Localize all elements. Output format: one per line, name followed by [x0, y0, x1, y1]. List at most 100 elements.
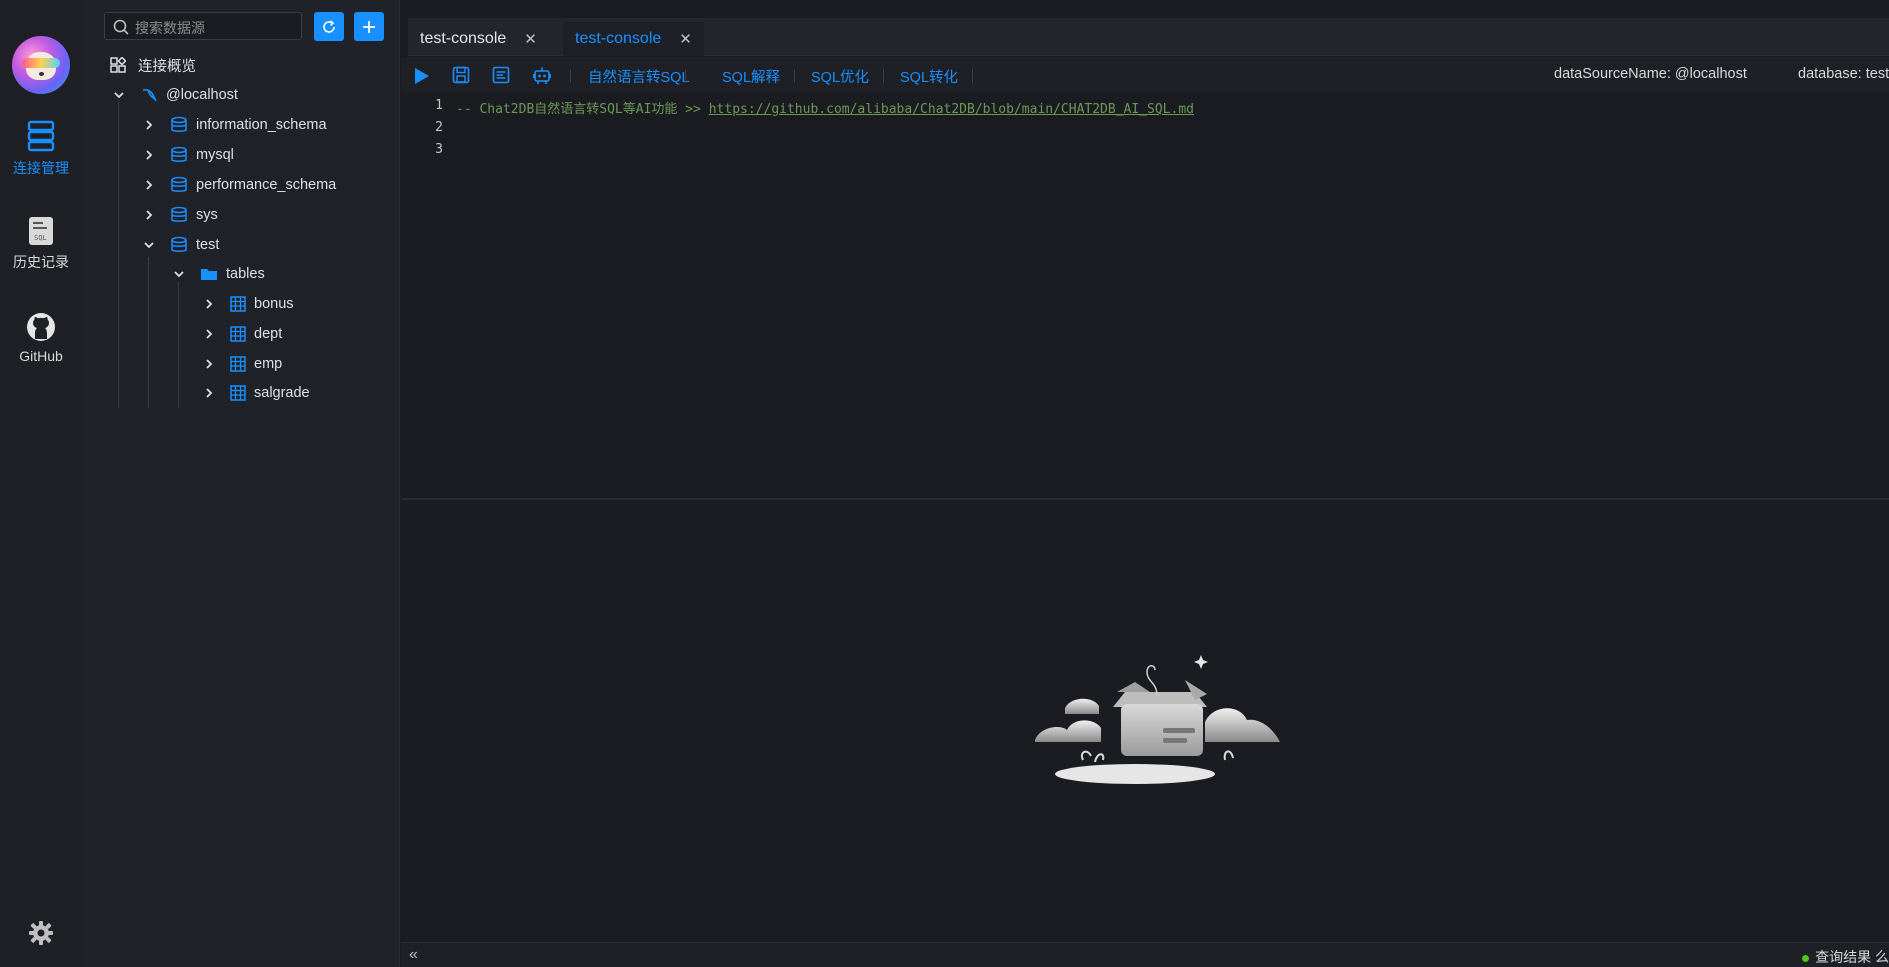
rail-item-github[interactable]: GitHub: [0, 312, 82, 364]
tree-node-folder[interactable]: tables: [172, 262, 265, 286]
mysql-dolphin-icon: [140, 86, 158, 104]
plus-icon: [363, 20, 375, 33]
search-input[interactable]: 搜索数据源: [104, 12, 302, 40]
rail-item-connections[interactable]: 连接管理: [0, 120, 82, 178]
add-datasource-button[interactable]: [354, 12, 384, 41]
database-name-label: database: test: [1798, 66, 1889, 82]
nl-to-sql-button[interactable]: 自然语言转SQL: [588, 66, 690, 87]
status-dot: [1802, 954, 1810, 962]
main-area: test-console ✕ test-console ✕ 自然语言转SQL S…: [401, 0, 1889, 967]
datasource-tree-panel: 搜索数据源 连接概览 @localhost information_schema…: [82, 0, 400, 967]
close-icon[interactable]: ✕: [524, 30, 537, 48]
table-label: bonus: [254, 296, 294, 312]
code-link[interactable]: https://github.com/alibaba/Chat2DB/blob/…: [709, 102, 1194, 117]
table-icon: [230, 326, 246, 342]
tree-node-database[interactable]: performance_schema: [142, 173, 336, 197]
chevron-right-icon[interactable]: [202, 328, 216, 340]
grid-dashboard-icon: [110, 57, 126, 73]
chevron-right-icon[interactable]: [202, 298, 216, 310]
sql-optimize-button[interactable]: SQL优化: [811, 66, 869, 87]
tree-node-database[interactable]: information_schema: [142, 113, 327, 137]
avatar[interactable]: [12, 36, 70, 94]
status-bar: « 查询结果 么: [401, 942, 1889, 967]
table-label: salgrade: [254, 385, 310, 401]
rail-item-history[interactable]: SQL 历史记录: [0, 216, 82, 272]
tree-node-database[interactable]: mysql: [142, 143, 234, 167]
chevron-down-icon[interactable]: [112, 89, 126, 101]
connection-label: @localhost: [166, 87, 238, 103]
line-number: 1: [435, 98, 443, 113]
refresh-button[interactable]: [314, 12, 344, 41]
refresh-icon: [323, 19, 335, 33]
tree-node-table[interactable]: dept: [202, 322, 282, 346]
chevron-down-icon[interactable]: [142, 239, 156, 251]
sql-file-icon: SQL: [29, 217, 53, 245]
database-label: sys: [196, 207, 218, 223]
sql-explain-button[interactable]: SQL解释: [722, 66, 780, 87]
query-result-label: 查询结果 么: [1815, 949, 1889, 965]
chevron-right-icon[interactable]: [202, 358, 216, 370]
database-label: performance_schema: [196, 177, 337, 193]
tab-test-console-active[interactable]: test-console ✕: [563, 22, 704, 56]
close-icon[interactable]: ✕: [679, 30, 692, 48]
app-window: 连接管理 SQL 历史记录 GitHub 搜索数据源 连接概览 @localho…: [0, 0, 1889, 967]
database-stack-icon: [27, 120, 55, 152]
tree-node-connection[interactable]: @localhost: [112, 83, 238, 107]
database-icon: [170, 206, 188, 224]
chevron-right-icon[interactable]: [142, 149, 156, 161]
sql-editor[interactable]: 1 2 3 -- Chat2DB自然语言转SQL等AI功能 >> https:/…: [401, 94, 1889, 498]
chevron-right-icon[interactable]: [142, 179, 156, 191]
code-line-1: -- Chat2DB自然语言转SQL等AI功能 >> https://githu…: [456, 98, 1194, 117]
database-label: mysql: [196, 147, 234, 163]
chevron-down-icon[interactable]: [172, 268, 186, 280]
connection-overview[interactable]: 连接概览: [110, 53, 196, 77]
overview-label: 连接概览: [138, 58, 196, 75]
table-label: emp: [254, 356, 283, 372]
nav-rail: 连接管理 SQL 历史记录 GitHub: [0, 0, 82, 967]
tree-node-table[interactable]: emp: [202, 352, 282, 376]
table-icon: [230, 385, 246, 401]
github-icon: [27, 313, 55, 341]
chevron-right-icon[interactable]: [142, 209, 156, 221]
line-number: 3: [435, 142, 443, 157]
rail-item-label: 历史记录: [13, 254, 69, 270]
table-label: dept: [254, 326, 283, 342]
chevron-right-icon[interactable]: [202, 387, 216, 399]
run-icon[interactable]: [413, 66, 431, 86]
chevron-right-icon[interactable]: [142, 119, 156, 131]
database-icon: [170, 236, 188, 254]
table-icon: [230, 356, 246, 372]
database-icon: [170, 116, 188, 134]
search-placeholder: 搜索数据源: [135, 20, 205, 36]
database-icon: [170, 176, 188, 194]
empty-box-illustration: [1035, 655, 1280, 784]
editor-toolbar: 自然语言转SQL SQL解释 SQL优化 SQL转化 dataSourceNam…: [401, 57, 1889, 93]
folder-label: tables: [226, 266, 265, 282]
rail-item-label: 连接管理: [13, 160, 69, 176]
collapse-icon[interactable]: «: [409, 946, 418, 964]
database-label: test: [196, 237, 220, 253]
tree-node-database[interactable]: test: [142, 233, 219, 257]
tab-label: test-console: [420, 30, 507, 47]
tab-test-console[interactable]: test-console ✕: [408, 22, 549, 56]
search-icon: [113, 19, 129, 35]
folder-icon: [200, 266, 218, 282]
format-icon[interactable]: [492, 66, 510, 84]
robot-icon[interactable]: [532, 66, 552, 85]
sql-convert-button[interactable]: SQL转化: [900, 66, 958, 87]
svg-text:SQL: SQL: [34, 234, 47, 242]
tab-label: test-console: [575, 30, 662, 47]
tree-node-table[interactable]: bonus: [202, 292, 294, 316]
query-result-status[interactable]: 查询结果 么: [1802, 947, 1889, 967]
database-icon: [170, 146, 188, 164]
save-icon[interactable]: [452, 66, 470, 84]
line-number: 2: [435, 120, 443, 135]
code-comment: -- Chat2DB自然语言转SQL等AI功能 >>: [456, 102, 709, 117]
table-icon: [230, 296, 246, 312]
gear-icon[interactable]: [28, 920, 54, 946]
tree-node-table[interactable]: salgrade: [202, 381, 310, 405]
database-label: information_schema: [196, 117, 327, 133]
rail-item-label: GitHub: [19, 348, 63, 364]
tree-node-database[interactable]: sys: [142, 203, 218, 227]
datasource-name-label: dataSourceName: @localhost: [1554, 66, 1747, 82]
